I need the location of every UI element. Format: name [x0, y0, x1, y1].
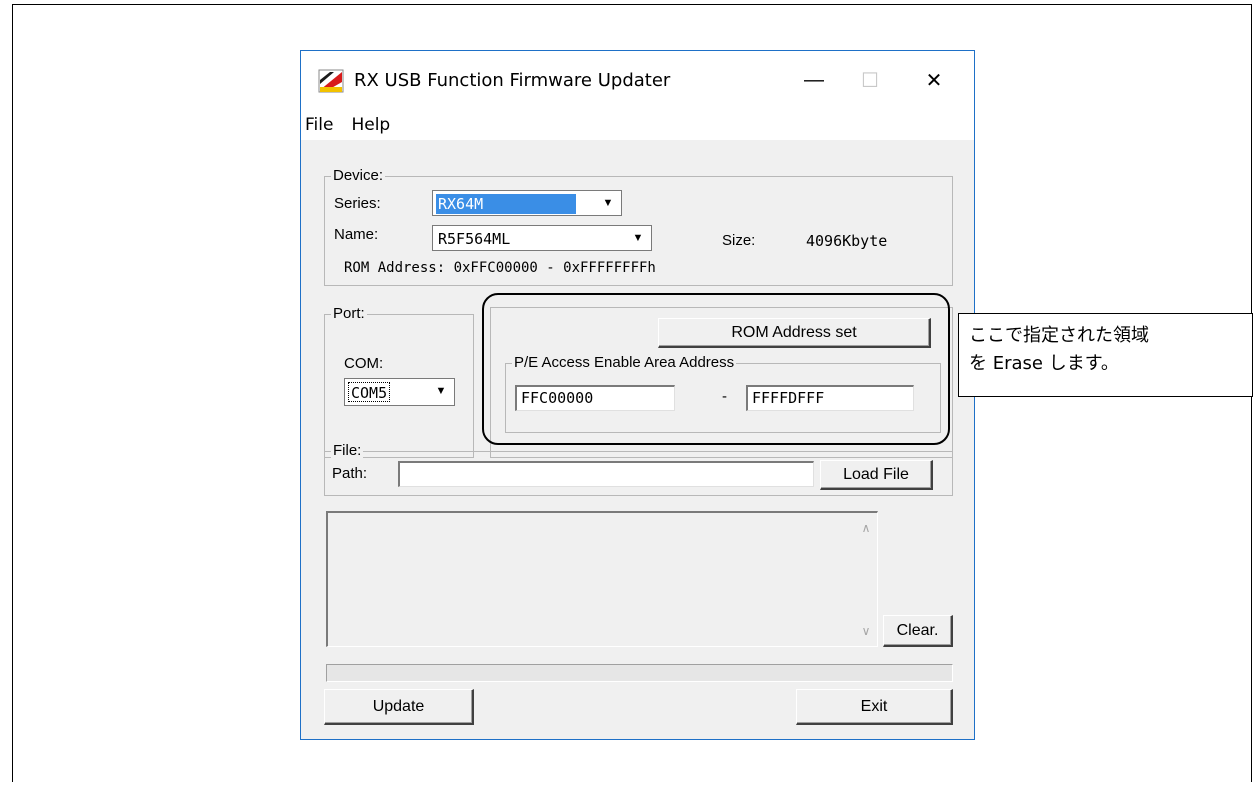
log-output[interactable]: ∧ ∨ [326, 511, 878, 647]
log-scrollbar[interactable]: ∧ ∨ [855, 513, 877, 646]
menu-file[interactable]: File [303, 115, 335, 135]
size-value: 4096Kbyte [806, 232, 888, 250]
file-legend: File: [331, 442, 364, 459]
path-input[interactable] [398, 461, 814, 487]
path-label: Path: [332, 465, 368, 482]
minimize-button[interactable]: — [786, 51, 842, 110]
app-icon [318, 69, 344, 93]
name-select[interactable]: R5F564ML ▼ [432, 225, 652, 251]
callout-line-1: ここで指定された領域 [969, 325, 1149, 346]
device-legend: Device: [331, 167, 386, 184]
title-bar[interactable]: RX USB Function Firmware Updater — ☐ ✕ [301, 51, 974, 110]
file-group: File: Path: Load File [324, 442, 953, 496]
scroll-up-icon[interactable]: ∧ [855, 517, 877, 539]
menu-bar: File Help [301, 110, 974, 140]
series-label: Series: [334, 195, 381, 212]
name-value: R5F564ML [438, 230, 511, 248]
port-group: Port: COM: COM5 ▼ [324, 305, 474, 458]
port-legend: Port: [331, 305, 367, 322]
name-label: Name: [334, 226, 379, 243]
progress-bar [326, 664, 953, 682]
chevron-down-icon: ▼ [602, 197, 614, 209]
chevron-down-icon: ▼ [632, 232, 644, 244]
annotation-callout: ここで指定された領域 を Erase します。 [958, 313, 1253, 397]
com-label: COM: [344, 355, 384, 372]
close-button[interactable]: ✕ [906, 51, 962, 110]
callout-line-2: を Erase します。 [969, 353, 1119, 374]
rom-address-text: ROM Address: 0xFFC00000 - 0xFFFFFFFFh [344, 260, 656, 276]
size-label: Size: [722, 232, 756, 249]
com-value: COM5 [348, 382, 391, 402]
update-button[interactable]: Update [324, 689, 474, 725]
series-value: RX64M [436, 194, 576, 214]
device-group: Device: Series: RX64M ▼ Name: R5F564ML ▼… [324, 167, 953, 286]
window-title: RX USB Function Firmware Updater [354, 70, 671, 91]
chevron-down-icon: ▼ [435, 385, 447, 397]
series-select[interactable]: RX64M ▼ [432, 190, 622, 216]
exit-button[interactable]: Exit [796, 689, 953, 725]
maximize-button[interactable]: ☐ [842, 51, 898, 110]
load-file-button[interactable]: Load File [820, 460, 933, 490]
highlight-outline [482, 293, 950, 445]
com-select[interactable]: COM5 ▼ [344, 378, 455, 406]
clear-button[interactable]: Clear. [883, 615, 953, 647]
menu-help[interactable]: Help [349, 115, 392, 135]
scroll-down-icon[interactable]: ∨ [855, 620, 877, 642]
